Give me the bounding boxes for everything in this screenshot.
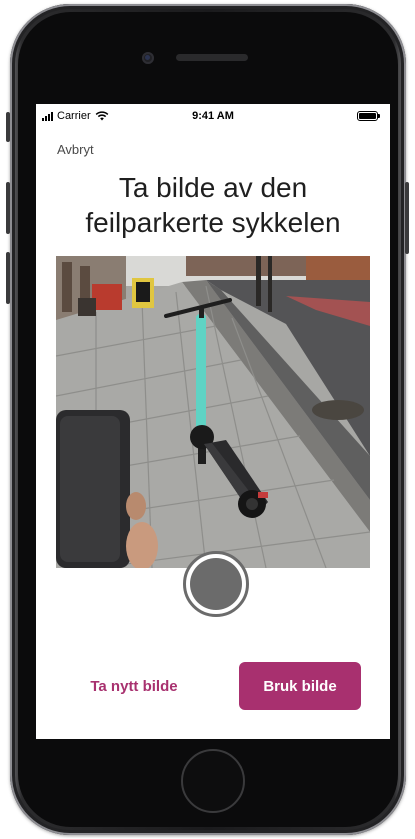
captured-photo bbox=[56, 256, 370, 568]
battery-level bbox=[359, 113, 376, 119]
page-title-line-2: feilparkerte sykkelen bbox=[85, 207, 341, 238]
scooter-photo bbox=[56, 256, 370, 568]
cancel-button[interactable]: Avbryt bbox=[57, 142, 94, 157]
status-time: 9:41 AM bbox=[192, 110, 234, 122]
shutter-icon bbox=[190, 558, 242, 610]
retake-photo-button[interactable]: Ta nytt bilde bbox=[52, 662, 216, 710]
power-button bbox=[405, 182, 409, 254]
volume-up-button bbox=[6, 182, 10, 234]
front-camera bbox=[142, 52, 154, 64]
page-title: Ta bilde av den feilparkerte sykkelen bbox=[36, 170, 390, 240]
page-title-line-1: Ta bilde av den bbox=[118, 172, 308, 203]
home-button[interactable] bbox=[181, 749, 245, 813]
volume-down-button bbox=[6, 252, 10, 304]
mute-switch bbox=[6, 112, 10, 142]
app-screen: Carrier 9:41 AM Avbryt Ta bilde av den f… bbox=[36, 104, 390, 739]
status-bar: Carrier 9:41 AM bbox=[36, 104, 390, 128]
device-mockup: Carrier 9:41 AM Avbryt Ta bilde av den f… bbox=[0, 0, 415, 839]
use-photo-button[interactable]: Bruk bilde bbox=[239, 662, 361, 710]
earpiece-speaker bbox=[176, 54, 248, 61]
battery-icon bbox=[357, 111, 380, 121]
shutter-button[interactable] bbox=[183, 551, 249, 617]
